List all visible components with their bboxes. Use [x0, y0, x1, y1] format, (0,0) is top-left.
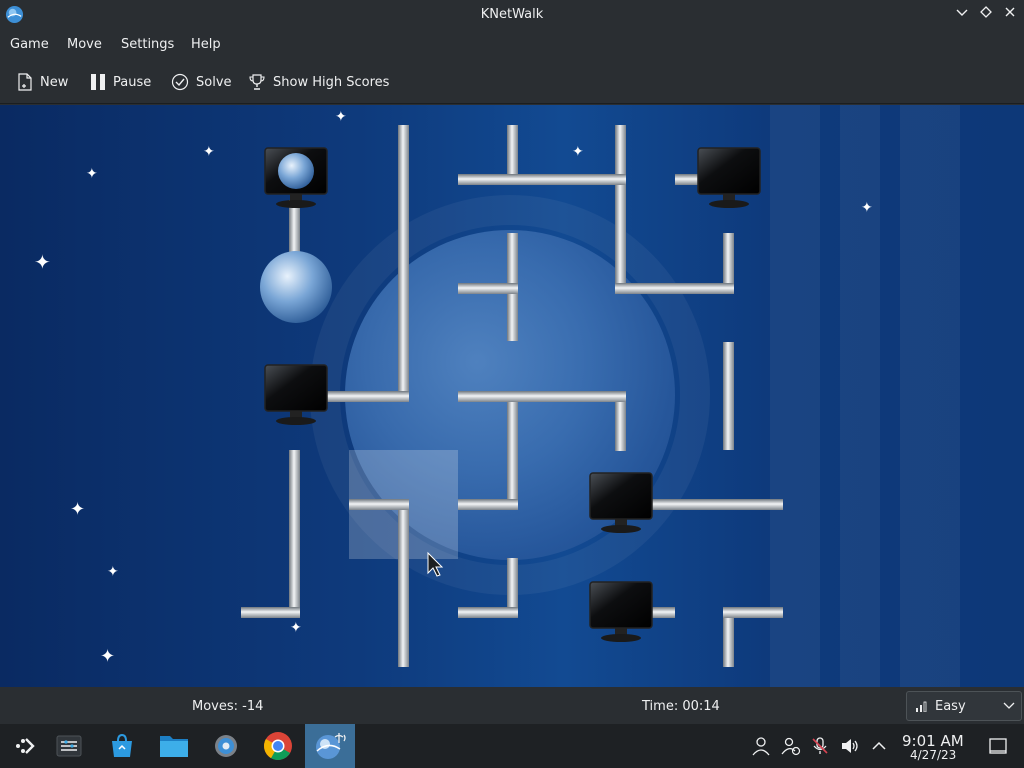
difficulty-select[interactable]: Easy: [906, 691, 1022, 721]
moves-counter: Moves: -14: [192, 699, 264, 714]
menu-move[interactable]: Move: [67, 37, 102, 52]
checkmark-circle-icon: [171, 73, 189, 91]
menu-bar: Game Move Settings Help: [0, 30, 1024, 58]
user-switch-icon[interactable]: [781, 736, 801, 756]
computer-node[interactable]: [589, 472, 653, 533]
system-settings-icon: [215, 735, 237, 757]
minimize-button[interactable]: [953, 6, 971, 24]
knetwalk-task-button[interactable]: [305, 724, 355, 768]
file-manager-button[interactable]: [149, 724, 199, 768]
pause-button[interactable]: Pause: [90, 71, 151, 93]
close-icon: [1005, 7, 1015, 17]
discover-store-button[interactable]: [97, 724, 147, 768]
system-settings-button[interactable]: [201, 724, 251, 768]
new-button[interactable]: New: [17, 71, 68, 93]
new-label: New: [40, 74, 69, 90]
computer-node[interactable]: [589, 581, 653, 642]
knetwalk-icon: [316, 733, 346, 759]
game-board: ✦ ✦ ✦ ✦ ✦ ✦ ✦ ✦ ✦ ✦: [0, 105, 1024, 687]
user-icon[interactable]: [751, 736, 771, 756]
window-title: KNetWalk: [480, 7, 544, 22]
show-high-scores-label: Show High Scores: [273, 74, 390, 90]
discover-store-icon: [112, 733, 132, 757]
app-launcher-icon: [16, 738, 35, 754]
task-manager-icon: [56, 735, 82, 757]
show-desktop-icon[interactable]: [988, 736, 1008, 756]
chevron-down-icon: [1003, 702, 1015, 709]
pipe-network: [241, 125, 783, 667]
maximize-button[interactable]: [977, 6, 995, 24]
chevron-up-icon[interactable]: [869, 736, 889, 756]
pause-label: Pause: [113, 74, 152, 90]
toolbar: New Pause Solve Show High Scores: [0, 58, 1024, 104]
show-high-scores-button[interactable]: Show High Scores: [248, 71, 389, 93]
volume-icon[interactable]: [840, 736, 860, 756]
pause-icon: [91, 74, 105, 90]
taskbar: 9:01 AM 4/27/23: [0, 724, 1024, 768]
app-launcher-button[interactable]: [0, 724, 50, 768]
status-bar: Moves: -14 Time: 00:14 Easy: [0, 687, 1024, 724]
file-manager-icon: [160, 736, 188, 757]
new-document-icon: [18, 73, 32, 91]
microphone-muted-icon[interactable]: [810, 736, 830, 756]
computer-node[interactable]: [264, 147, 328, 208]
solve-label: Solve: [196, 74, 232, 90]
time-counter: Time: 00:14: [642, 699, 720, 714]
solve-button[interactable]: Solve: [171, 71, 232, 93]
chrome-button[interactable]: [253, 724, 303, 768]
trophy-icon: [249, 74, 265, 90]
computer-node[interactable]: [264, 364, 328, 425]
difficulty-value: Easy: [935, 698, 966, 714]
clock-date[interactable]: 4/27/23: [910, 748, 956, 762]
chevron-down-icon: [956, 9, 968, 16]
menu-game[interactable]: Game: [10, 37, 49, 52]
diamond-icon: [980, 6, 992, 18]
mouse-cursor-icon: [427, 551, 444, 577]
menu-help[interactable]: Help: [191, 37, 221, 52]
close-button[interactable]: [1001, 6, 1019, 24]
task-manager-button[interactable]: [44, 724, 94, 768]
title-bar: KNetWalk: [0, 0, 1024, 30]
chrome-icon: [264, 732, 292, 760]
signal-bars-icon: [916, 701, 927, 712]
computer-node[interactable]: [697, 147, 761, 208]
server-globe-node[interactable]: [260, 251, 332, 323]
menu-settings[interactable]: Settings: [121, 37, 174, 52]
